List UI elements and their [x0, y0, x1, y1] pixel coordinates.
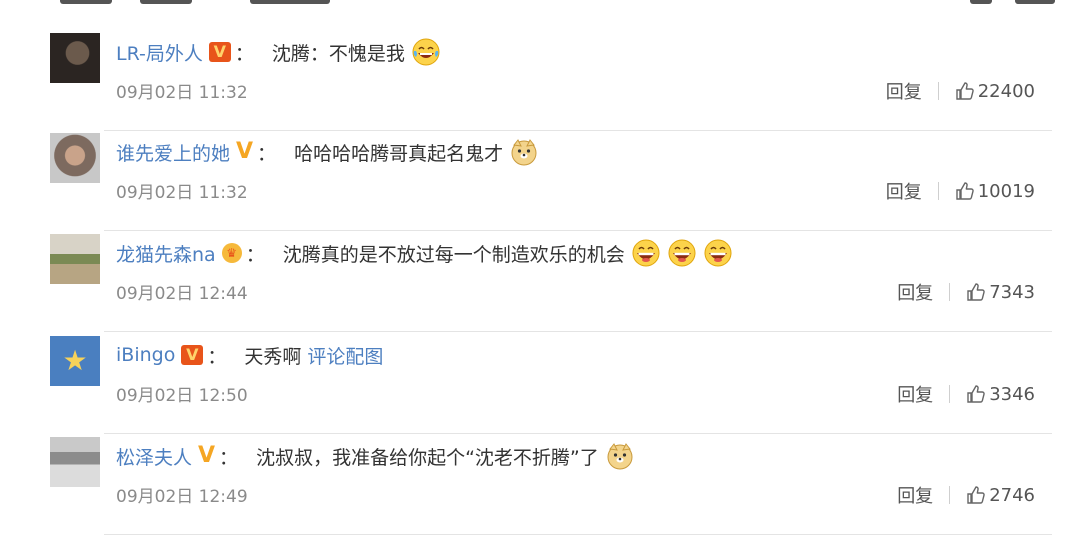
comment-line: 谁先爱上的她 V ： 哈哈哈哈腾哥真起名鬼才	[116, 137, 539, 167]
avatar[interactable]	[50, 33, 100, 83]
comment-text: 沈叔叔，我准备给你起个“沈老不折腾”了	[256, 446, 599, 469]
doge-emoji-icon	[605, 441, 635, 471]
comment-line: LR-局外人 V ： 沈腾：不愧是我	[116, 37, 441, 67]
vip-badge-icon: V	[181, 345, 204, 365]
avatar-image: ★	[50, 336, 100, 386]
colon: ：	[207, 345, 227, 368]
grin-emoji-icon	[631, 238, 661, 268]
comment-item-2: 谁先爱上的她 V ： 哈哈哈哈腾哥真起名鬼才 09月02日 11:32 回复 1…	[0, 133, 1080, 234]
action-divider	[937, 82, 939, 100]
verified-v-icon: V	[236, 139, 254, 164]
user-badge[interactable]: V	[198, 443, 216, 468]
timestamp: 09月02日 12:49	[116, 487, 248, 507]
username-link[interactable]: 谁先爱上的她	[116, 139, 230, 166]
comment-divider	[104, 130, 1052, 131]
grin-emoji-icon	[667, 238, 697, 268]
action-divider	[937, 182, 939, 200]
star-icon: ★	[62, 344, 88, 377]
comment-actions: 回复 22400	[886, 77, 1035, 105]
avatar-image	[50, 234, 100, 284]
avatar-image	[50, 437, 100, 487]
comment-text: 天秀啊	[244, 345, 302, 368]
comment-text: 沈腾真的是不放过每一个制造欢乐的机会	[282, 243, 625, 266]
colon: ：	[219, 446, 239, 469]
comment-text: 哈哈哈哈腾哥真起名鬼才	[294, 142, 504, 165]
avatar[interactable]	[50, 133, 100, 183]
user-badge[interactable]: V	[236, 139, 254, 164]
comment-divider	[104, 331, 1052, 332]
emoji-group	[405, 37, 441, 67]
like-count: 7343	[989, 281, 1035, 303]
timestamp: 09月02日 12:50	[116, 386, 248, 406]
timestamp: 09月02日 11:32	[116, 183, 248, 203]
avatar-image	[50, 33, 100, 83]
comment-item-4: ★ iBingo V ： 天秀啊 评论配图 09月02日 12:50 回复 33…	[0, 336, 1080, 437]
action-divider	[949, 283, 951, 301]
user-badge[interactable]: V	[181, 345, 204, 365]
like-count: 22400	[977, 80, 1035, 102]
thumb-up-icon[interactable]	[966, 485, 986, 505]
emoji-group	[599, 441, 635, 471]
action-divider	[949, 486, 951, 504]
action-divider	[949, 385, 951, 403]
comment-divider	[104, 433, 1052, 434]
emoji-group	[503, 137, 539, 167]
comment-actions: 回复 10019	[886, 177, 1035, 205]
reply-button[interactable]: 回复	[897, 279, 933, 305]
avatar-image	[50, 133, 100, 183]
username-link[interactable]: LR-局外人	[116, 39, 203, 66]
like-count: 2746	[989, 484, 1035, 506]
crown-badge-icon: ♛	[221, 243, 242, 263]
comment-line: 龙猫先森na ♛ ： 沈腾真的是不放过每一个制造欢乐的机会	[116, 238, 733, 268]
comment-item-1: LR-局外人 V ： 沈腾：不愧是我 09月02日 11:32 回复 22400	[0, 33, 1080, 134]
reply-button[interactable]: 回复	[886, 178, 922, 204]
comment-text: 沈腾：不愧是我	[271, 42, 405, 65]
user-badge[interactable]: V	[208, 42, 231, 62]
comment-actions: 回复 2746	[897, 481, 1035, 509]
avatar[interactable]: ★	[50, 336, 100, 386]
avatar[interactable]	[50, 234, 100, 284]
comment-divider	[104, 230, 1052, 231]
comment-divider	[104, 534, 1052, 535]
user-badge[interactable]: ♛	[221, 243, 242, 263]
comment-item-5: 松泽夫人 V ： 沈叔叔，我准备给你起个“沈老不折腾”了 09月02日 12:4…	[0, 437, 1080, 538]
comment-actions: 回复 7343	[897, 278, 1035, 306]
reply-button[interactable]: 回复	[897, 482, 933, 508]
colon: ：	[257, 142, 277, 165]
thumb-up-icon[interactable]	[955, 81, 975, 101]
like-count: 10019	[977, 180, 1035, 202]
avatar[interactable]	[50, 437, 100, 487]
comment-line: 松泽夫人 V ： 沈叔叔，我准备给你起个“沈老不折腾”了	[116, 441, 635, 471]
username-link[interactable]: iBingo	[116, 344, 175, 366]
reply-button[interactable]: 回复	[886, 78, 922, 104]
thumb-up-icon[interactable]	[966, 282, 986, 302]
previous-header-fragment	[0, 0, 1080, 8]
comment-line: iBingo V ： 天秀啊 评论配图	[116, 340, 383, 370]
comment-item-3: 龙猫先森na ♛ ： 沈腾真的是不放过每一个制造欢乐的机会 09月02日 12:…	[0, 234, 1080, 335]
comment-actions: 回复 3346	[897, 380, 1035, 408]
colon: ：	[245, 243, 265, 266]
doge-emoji-icon	[509, 137, 539, 167]
username-link[interactable]: 松泽夫人	[116, 443, 192, 470]
emoji-group	[625, 238, 733, 268]
thumb-up-icon[interactable]	[955, 181, 975, 201]
comment-image-link[interactable]: 评论配图	[307, 342, 383, 369]
reply-button[interactable]: 回复	[897, 381, 933, 407]
colon: ：	[234, 42, 254, 65]
username-link[interactable]: 龙猫先森na	[116, 240, 216, 267]
thumb-up-icon[interactable]	[966, 384, 986, 404]
verified-v-icon: V	[198, 443, 216, 468]
laugh-cry-emoji-icon	[411, 37, 441, 67]
timestamp: 09月02日 12:44	[116, 284, 248, 304]
timestamp: 09月02日 11:32	[116, 83, 248, 103]
like-count: 3346	[989, 383, 1035, 405]
grin-emoji-icon	[703, 238, 733, 268]
vip-badge-icon: V	[208, 42, 231, 62]
